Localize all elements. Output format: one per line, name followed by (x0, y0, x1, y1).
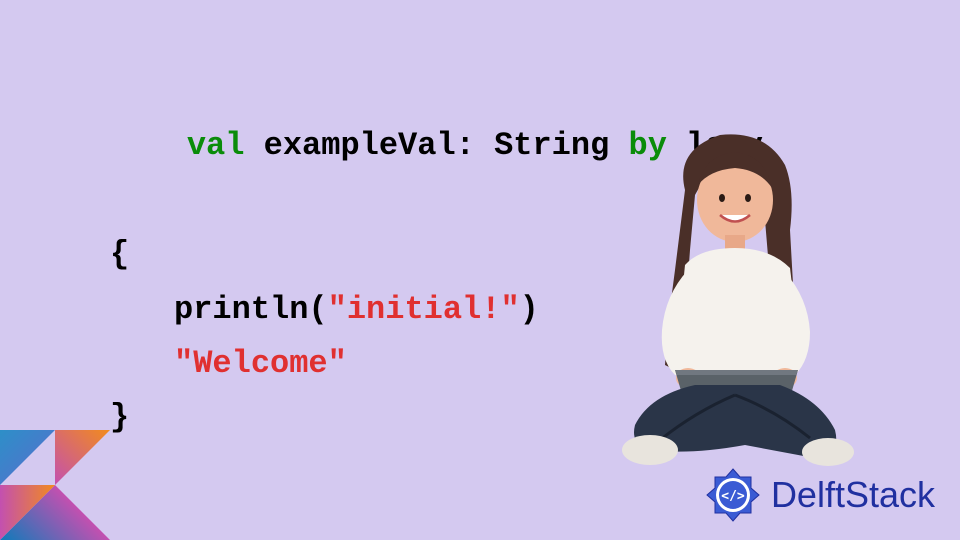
delftstack-logo: </> DelftStack (703, 465, 935, 525)
keyword-val: val (187, 127, 245, 164)
string-literal: "Welcome" (174, 345, 347, 382)
brand-name: DelftStack (771, 474, 935, 516)
delftstack-badge-icon: </> (703, 465, 763, 525)
kotlin-logo-icon (0, 430, 110, 540)
svg-text:</>: </> (721, 489, 745, 504)
fn-call: println( (174, 291, 328, 328)
paren-close: ) (520, 291, 539, 328)
string-literal: "initial!" (328, 291, 520, 328)
identifier: exampleVal: String (244, 127, 628, 164)
person-illustration (580, 120, 900, 480)
